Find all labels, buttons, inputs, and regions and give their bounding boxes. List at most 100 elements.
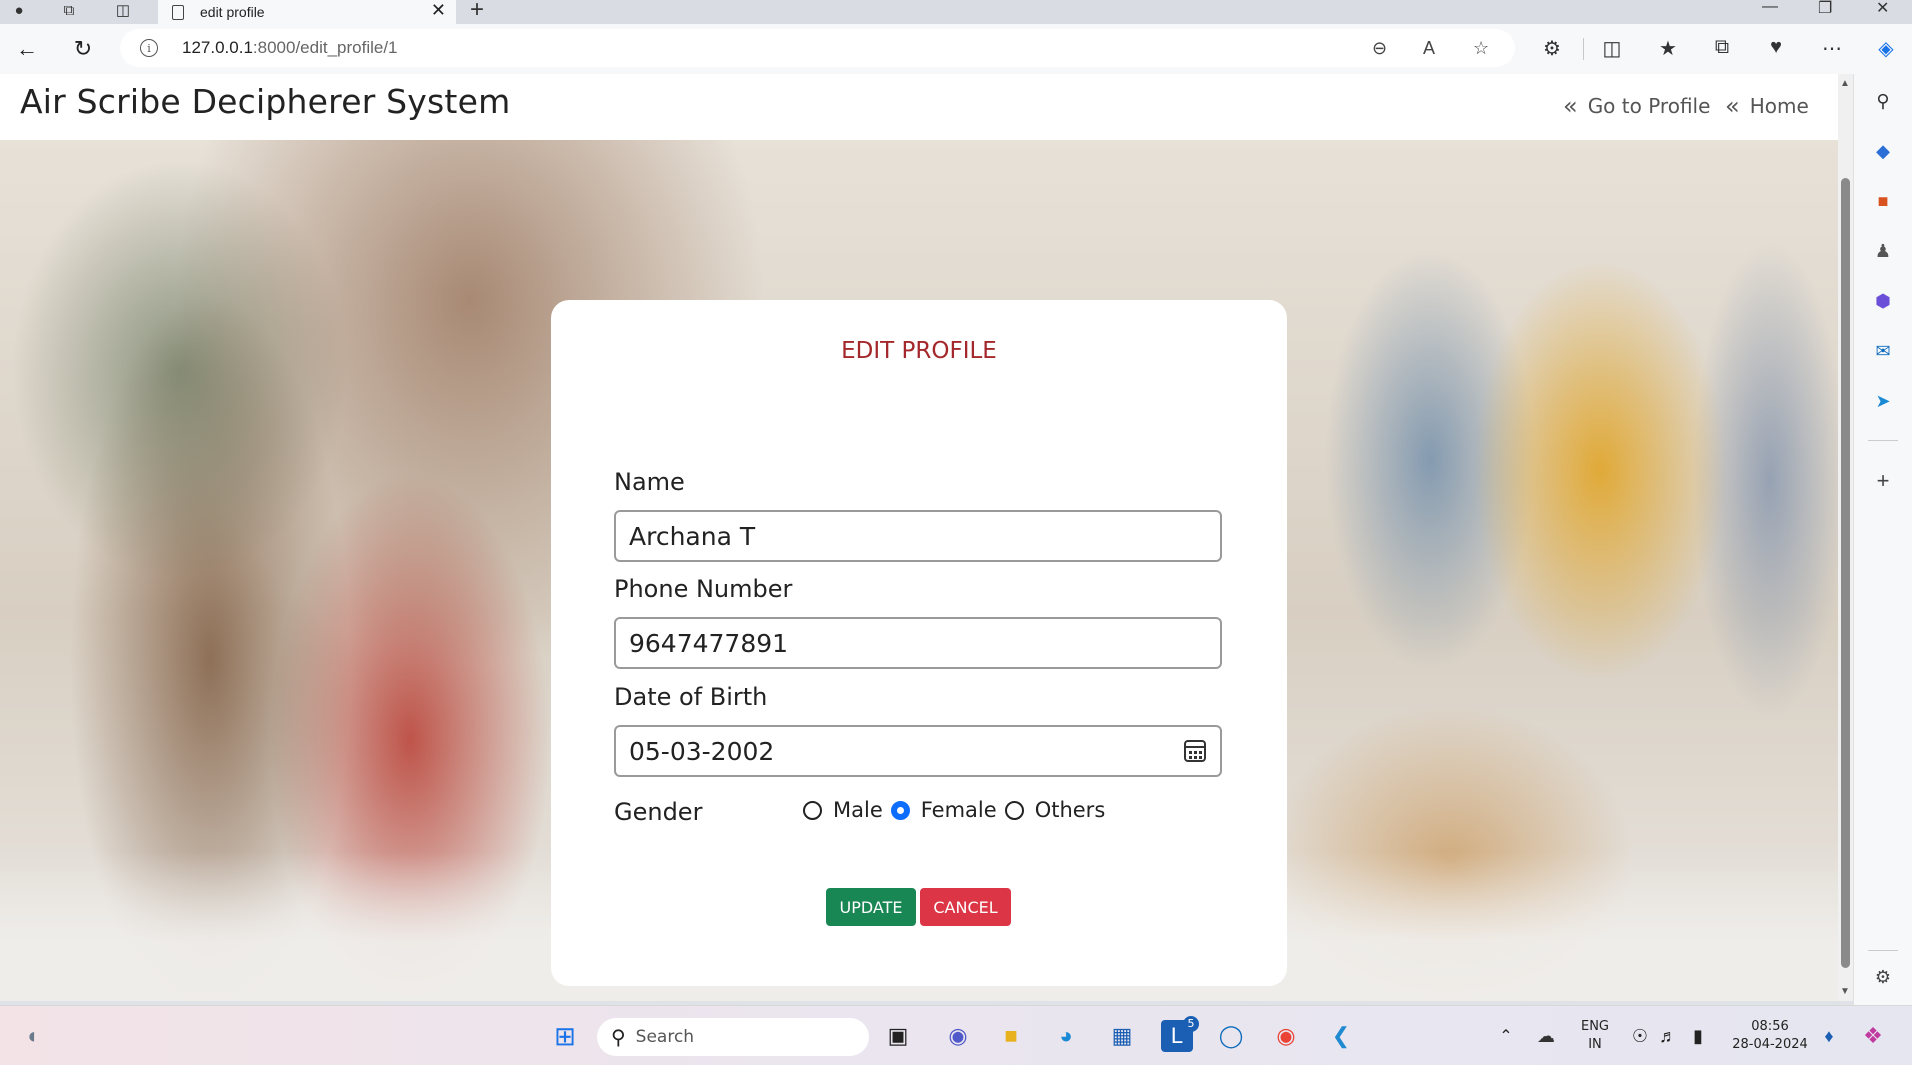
address-bar[interactable]: i 127.0.0.1:8000/edit_profile/1 ⊖ A ☆ bbox=[120, 29, 1515, 67]
language-code: ENG bbox=[1580, 1019, 1609, 1034]
name-label: Name bbox=[614, 468, 685, 496]
page-scrollbar[interactable]: ▲ ▼ bbox=[1838, 74, 1853, 1001]
read-aloud-icon[interactable]: A bbox=[1423, 38, 1435, 59]
onedrive-icon[interactable]: ☁ bbox=[1530, 1020, 1562, 1052]
gender-option-others-label[interactable]: Others bbox=[1035, 798, 1106, 822]
sidebar-search-icon[interactable]: ⚲ bbox=[1870, 88, 1896, 114]
edge-sidebar: ⚲ ◆ ■ ♟ ⬢ ✉ ➤ + ⚙ bbox=[1853, 74, 1912, 1005]
home-label: Home bbox=[1749, 94, 1809, 118]
favorites-icon[interactable]: ★ bbox=[1654, 36, 1682, 61]
gender-option-female-label[interactable]: Female bbox=[921, 798, 997, 822]
active-tab[interactable]: edit profile ✕ bbox=[158, 0, 456, 24]
edit-profile-card: EDIT PROFILE Name Archana T Phone Number… bbox=[551, 300, 1287, 986]
card-title: EDIT PROFILE bbox=[841, 338, 997, 364]
windows-taskbar: ◐ ⊞ ⚲ Search ▣ ◉ ■ ◕ ▦ L 5 ◯ ◉ ❮ ⌃ ☁ ENG… bbox=[0, 1005, 1912, 1065]
site-header: Air Scribe Decipherer System « Go to Pro… bbox=[0, 74, 1838, 140]
search-icon: ⚲ bbox=[611, 1025, 626, 1049]
sidebar-send-icon[interactable]: ➤ bbox=[1870, 388, 1896, 414]
new-tab-icon[interactable]: + bbox=[470, 0, 484, 24]
phone-input[interactable]: 9647477891 bbox=[614, 617, 1222, 669]
toolbar-divider bbox=[1583, 38, 1584, 60]
double-chevron-left-icon: « bbox=[1563, 92, 1578, 120]
update-button[interactable]: UPDATE bbox=[826, 888, 916, 926]
phone-value: 9647477891 bbox=[629, 628, 789, 658]
extensions-icon[interactable]: ⚙ bbox=[1538, 36, 1566, 61]
gender-radio-others[interactable] bbox=[1004, 800, 1024, 820]
cortana-icon[interactable]: ◯ bbox=[1215, 1020, 1247, 1052]
cancel-button[interactable]: CANCEL bbox=[920, 888, 1011, 926]
sidebar-shopping-icon[interactable]: ◆ bbox=[1870, 138, 1896, 164]
name-input[interactable]: Archana T bbox=[614, 510, 1222, 562]
taskbar-search-box[interactable]: ⚲ Search bbox=[597, 1018, 869, 1056]
clock-time: 08:56 bbox=[1751, 1019, 1789, 1034]
split-screen-icon[interactable]: ◫ bbox=[1598, 36, 1626, 61]
page-viewport: Air Scribe Decipherer System « Go to Pro… bbox=[0, 74, 1853, 1001]
taskbar-search-placeholder: Search bbox=[635, 1027, 695, 1047]
scroll-down-icon[interactable]: ▼ bbox=[1840, 986, 1850, 997]
sidebar-office-icon[interactable]: ⬢ bbox=[1870, 288, 1896, 314]
name-value: Archana T bbox=[629, 521, 756, 551]
workspaces-icon[interactable]: ⧉ bbox=[56, 0, 82, 20]
minimize-icon[interactable]: — bbox=[1762, 0, 1778, 16]
teams-icon[interactable]: ◉ bbox=[942, 1020, 974, 1052]
site-info-icon[interactable]: i bbox=[140, 39, 158, 57]
tab-close-icon[interactable]: ✕ bbox=[431, 0, 446, 21]
language-indicator[interactable]: ENG IN bbox=[1570, 1018, 1620, 1054]
browser-toolbar: ← ↻ i 127.0.0.1:8000/edit_profile/1 ⊖ A … bbox=[0, 24, 1912, 74]
copilot-taskbar-icon[interactable]: ❖ bbox=[1857, 1020, 1889, 1052]
vscode-icon[interactable]: ❮ bbox=[1325, 1020, 1357, 1052]
home-link[interactable]: « Home bbox=[1725, 92, 1809, 120]
gender-radio-male[interactable] bbox=[803, 800, 822, 820]
copilot-icon[interactable]: ◈ bbox=[1872, 36, 1900, 61]
show-hidden-icons-icon[interactable]: ⌃ bbox=[1490, 1020, 1522, 1052]
gender-label: Gender bbox=[614, 798, 703, 826]
weather-widget-icon[interactable]: ◐ bbox=[18, 1020, 50, 1052]
scrollbar-thumb[interactable] bbox=[1841, 178, 1850, 968]
notification-bell-icon[interactable]: ♦ bbox=[1813, 1020, 1845, 1052]
restore-icon[interactable]: ❐ bbox=[1818, 0, 1832, 18]
chrome-icon[interactable]: ◉ bbox=[1270, 1020, 1302, 1052]
url-text[interactable]: 127.0.0.1:8000/edit_profile/1 bbox=[182, 38, 398, 58]
browser-essentials-icon[interactable]: ♥ bbox=[1762, 36, 1790, 59]
collections-icon[interactable]: ⧉ bbox=[1708, 36, 1736, 59]
scroll-up-icon[interactable]: ▲ bbox=[1840, 78, 1850, 89]
clock[interactable]: 08:56 28-04-2024 bbox=[1720, 1018, 1820, 1054]
favorite-star-icon[interactable]: ☆ bbox=[1473, 38, 1489, 59]
phone-label: Phone Number bbox=[614, 575, 793, 603]
dob-label: Date of Birth bbox=[614, 683, 768, 711]
zoom-out-icon[interactable]: ⊖ bbox=[1372, 38, 1387, 59]
back-icon[interactable]: ← bbox=[12, 34, 42, 64]
more-options-icon[interactable]: ⋯ bbox=[1818, 36, 1846, 61]
go-to-profile-link[interactable]: « Go to Profile bbox=[1563, 92, 1710, 120]
battery-icon[interactable]: ▮ bbox=[1682, 1020, 1714, 1052]
notification-badge: 5 bbox=[1183, 1016, 1199, 1032]
refresh-icon[interactable]: ↻ bbox=[68, 34, 98, 64]
file-explorer-icon[interactable]: ■ bbox=[995, 1020, 1027, 1052]
volume-icon[interactable]: ♬ bbox=[1652, 1020, 1684, 1052]
double-chevron-left-icon: « bbox=[1725, 92, 1740, 120]
sidebar-tools-icon[interactable]: ■ bbox=[1870, 188, 1896, 214]
gender-radio-group: Male Female Others bbox=[803, 798, 1113, 822]
tab-strip: ● ⧉ ◫ edit profile ✕ + — ❐ ✕ bbox=[0, 0, 1912, 24]
task-view-icon[interactable]: ▣ bbox=[882, 1020, 914, 1052]
gender-option-male-label[interactable]: Male bbox=[833, 798, 883, 822]
sidebar-divider bbox=[1868, 950, 1898, 951]
start-windows-icon[interactable]: ⊞ bbox=[549, 1020, 581, 1052]
sidebar-outlook-icon[interactable]: ✉ bbox=[1870, 338, 1896, 364]
vertical-tabs-icon[interactable]: ◫ bbox=[110, 0, 136, 20]
edge-browser-icon[interactable]: ◕ bbox=[1050, 1020, 1082, 1052]
store-icon[interactable]: ▦ bbox=[1106, 1020, 1138, 1052]
dob-input[interactable]: 05-03-2002 bbox=[614, 725, 1222, 777]
window-close-icon[interactable]: ✕ bbox=[1876, 0, 1889, 18]
profile-icon[interactable]: ● bbox=[6, 0, 32, 20]
dob-value: 05-03-2002 bbox=[629, 736, 775, 766]
sidebar-games-icon[interactable]: ♟ bbox=[1870, 238, 1896, 264]
calendar-icon[interactable] bbox=[1184, 740, 1206, 762]
sidebar-divider bbox=[1868, 440, 1898, 441]
go-to-profile-label: Go to Profile bbox=[1587, 94, 1711, 118]
sidebar-add-icon[interactable]: + bbox=[1870, 468, 1896, 494]
page-icon bbox=[172, 4, 184, 20]
sidebar-settings-icon[interactable]: ⚙ bbox=[1870, 964, 1896, 990]
gender-radio-female[interactable] bbox=[890, 800, 910, 820]
brand-title[interactable]: Air Scribe Decipherer System bbox=[20, 82, 510, 121]
